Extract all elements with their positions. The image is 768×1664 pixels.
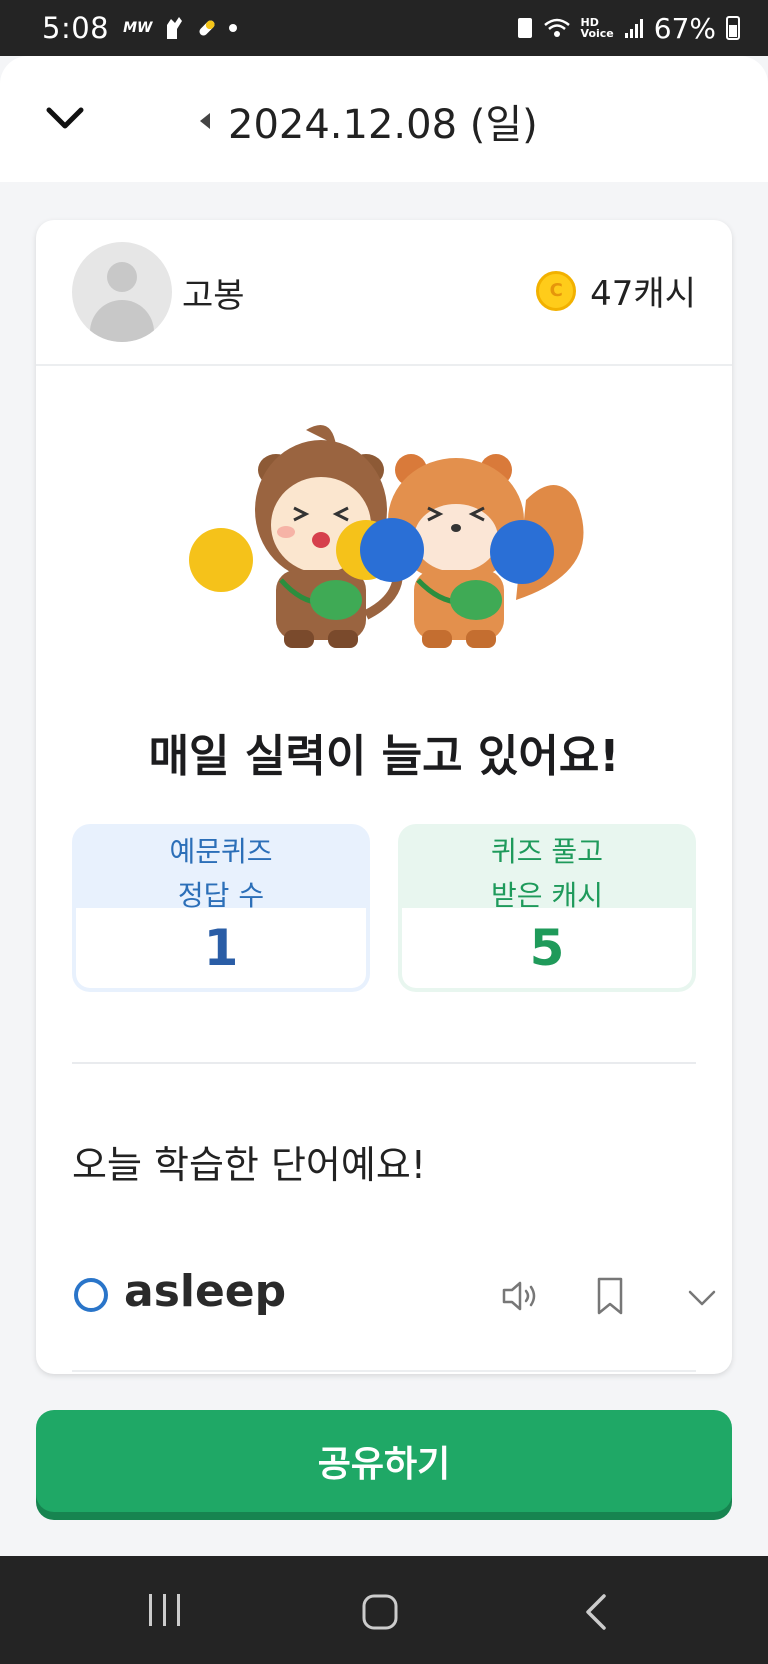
headline: 매일 실력이 늘고 있어요! xyxy=(148,731,620,782)
wifi-icon xyxy=(543,18,570,37)
word-item[interactable]: asleep xyxy=(72,1260,716,1332)
section-title: 오늘 학습한 단어예요! xyxy=(72,1143,427,1187)
divider xyxy=(72,1062,696,1064)
squirrel-mascot xyxy=(360,454,584,648)
chevron-down-icon[interactable] xyxy=(684,1280,720,1316)
stat-value: 5 xyxy=(402,908,692,988)
stat-value: 1 xyxy=(76,908,366,988)
quiz-correct-stat: 예문퀴즈 정답 수 1 xyxy=(72,824,370,992)
home-icon[interactable] xyxy=(360,1592,400,1632)
system-nav-bar xyxy=(0,1556,768,1664)
result-card: 고봉 C 47캐시 매일 실력이 늘고 있어요! 예문퀴즈 정답 수 1 퀴즈 … xyxy=(36,220,732,1374)
cash-amount: 47캐시 xyxy=(590,274,696,314)
stat-label: 예문퀴즈 정답 수 xyxy=(169,835,273,912)
recent-apps-icon[interactable] xyxy=(145,1592,185,1628)
collapse-button[interactable] xyxy=(40,94,90,144)
username: 고봉 xyxy=(182,276,245,316)
divider xyxy=(72,1370,696,1372)
status-bar: 5:08 MW HD Voice 67% xyxy=(0,0,768,56)
status-time: 5:08 xyxy=(42,11,110,45)
coin-icon: C xyxy=(536,270,577,311)
previous-date-arrow-icon[interactable] xyxy=(200,113,210,129)
status-notification-icons: MW xyxy=(123,15,237,41)
pill-icon xyxy=(198,20,215,36)
profile-row: 고봉 C 47캐시 xyxy=(36,220,732,366)
hd-voice-icon: HD Voice xyxy=(580,16,614,40)
sim-icon xyxy=(517,18,532,38)
quiz-cash-stat: 퀴즈 풀고 받은 캐시 5 xyxy=(398,824,696,992)
chevron-down-icon xyxy=(46,107,84,129)
stat-label: 퀴즈 풀고 받은 캐시 xyxy=(491,835,603,912)
circle-mark-icon xyxy=(74,1278,108,1312)
date-selector: 2024.12.08 (일) xyxy=(200,92,538,150)
cash-balance: C 47캐시 xyxy=(536,266,696,315)
date-header: 2024.12.08 (일) xyxy=(0,56,768,182)
glove-icon xyxy=(166,17,182,39)
back-icon[interactable] xyxy=(580,1592,610,1632)
cheering-mascots-illustration xyxy=(189,425,584,648)
battery-icon xyxy=(726,16,740,40)
status-system-icons: HD Voice 67% xyxy=(517,12,740,45)
signal-icon xyxy=(624,19,643,38)
word-text: asleep xyxy=(124,1266,287,1317)
battery-percent: 67% xyxy=(653,11,716,45)
speaker-icon[interactable] xyxy=(500,1276,540,1316)
avatar xyxy=(72,242,172,342)
share-button[interactable]: 공유하기 xyxy=(36,1410,732,1512)
mw-icon: MW xyxy=(123,20,153,36)
date-label: 2024.12.08 (일) xyxy=(228,102,538,148)
bookmark-icon[interactable] xyxy=(594,1276,626,1316)
notification-dot xyxy=(228,24,237,32)
